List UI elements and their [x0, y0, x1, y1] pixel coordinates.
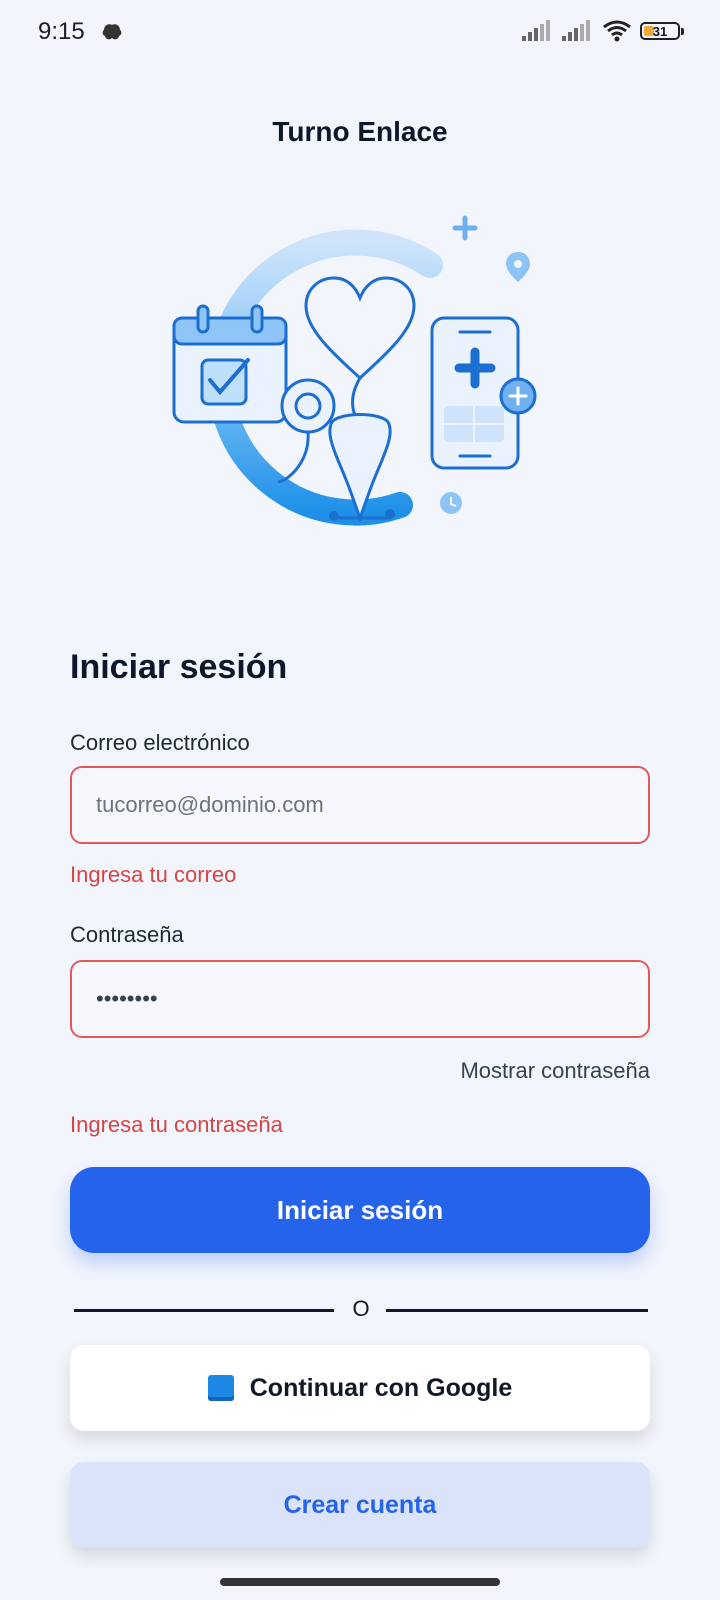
app-title: Turno Enlace [272, 116, 448, 147]
status-icons: 31 [522, 20, 684, 42]
email-field-container[interactable] [70, 766, 650, 844]
status-bar: 9:15 31 [0, 0, 720, 70]
home-indicator[interactable] [220, 1578, 500, 1586]
google-signin-label: Continuar con Google [249, 1373, 513, 1402]
email-error: Ingresa tu correo [70, 862, 237, 887]
email-label: Correo electrónico [70, 730, 250, 755]
password-field[interactable] [94, 985, 626, 1013]
google-signin-button[interactable]: Continuar con Google [70, 1345, 650, 1431]
battery-level: 31 [652, 23, 668, 39]
email-field[interactable] [94, 791, 626, 819]
signal-icon [562, 20, 590, 41]
signal-icon [522, 20, 550, 41]
password-error: Ingresa tu contraseña [70, 1112, 283, 1137]
login-heading: Iniciar sesión [70, 648, 288, 686]
medical-illustration [160, 200, 560, 545]
password-label: Contraseña [70, 922, 184, 947]
status-time: 9:15 [38, 18, 85, 45]
divider-text: O [352, 1296, 370, 1321]
google-icon [207, 1375, 234, 1401]
password-field-container[interactable] [70, 960, 650, 1038]
create-account-button[interactable]: Crear cuenta [70, 1462, 650, 1548]
login-button[interactable]: Iniciar sesión [70, 1167, 650, 1253]
wifi-icon [603, 20, 631, 42]
battery-icon: 31 [640, 22, 684, 40]
show-password-button[interactable]: Mostrar contraseña [460, 1058, 650, 1084]
notification-icon [100, 22, 124, 47]
or-divider: O [74, 1296, 648, 1326]
